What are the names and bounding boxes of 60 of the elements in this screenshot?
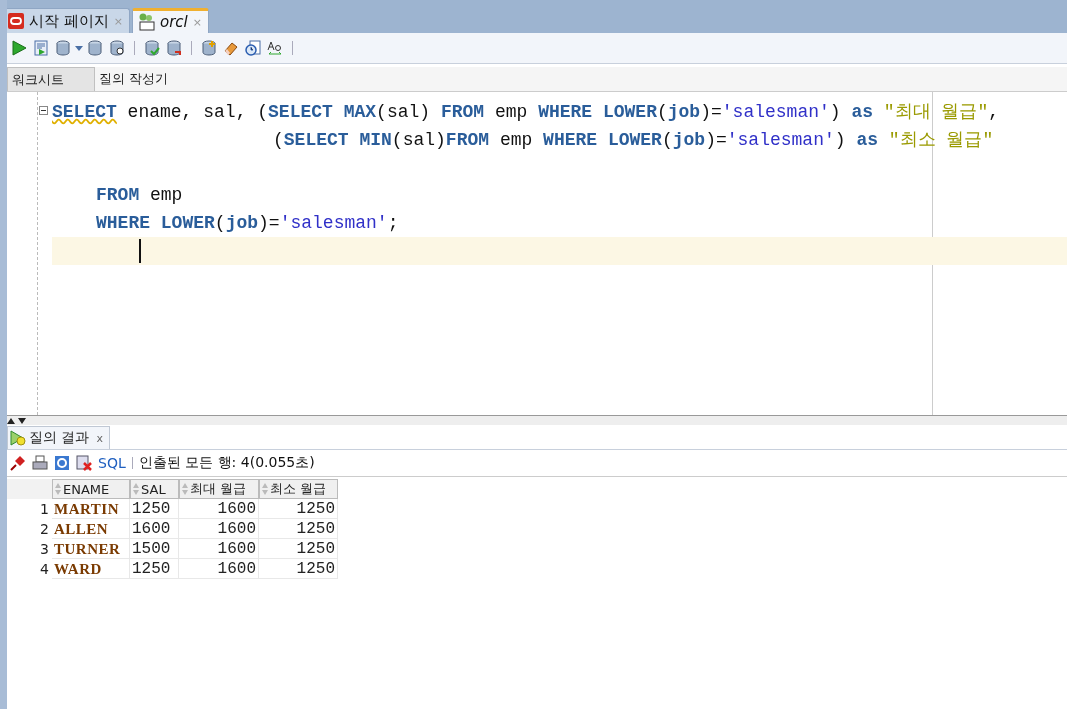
close-tab-button[interactable]: x: [96, 431, 103, 445]
run-icon[interactable]: [11, 40, 27, 56]
sql-database-icon: [137, 13, 155, 31]
sql-link[interactable]: SQL: [98, 455, 126, 471]
document-tab[interactable]: 시작 페이지 ×: [7, 8, 130, 33]
table-cell: 1500: [130, 539, 179, 559]
row-number: 2: [39, 520, 50, 539]
code-line: SELECT ename, sal, (SELECT MAX(sal) FROM emp WHERE LOWER(job)='salesman') as "최대 월급",: [52, 101, 1000, 123]
sql-add-icon[interactable]: [201, 40, 217, 56]
column-header[interactable]: SAL: [130, 479, 179, 499]
table-cell: 1250: [259, 539, 338, 559]
run-result-icon: [10, 430, 26, 446]
text-cursor: [139, 239, 141, 263]
code-line: FROM emp: [96, 185, 183, 205]
table-cell: 1250: [259, 519, 338, 539]
table-cell: 1600: [130, 519, 179, 539]
document-tab[interactable]: orcl ×: [132, 8, 209, 33]
caret-icon[interactable]: [75, 45, 83, 51]
column-header[interactable]: 최소 월급: [259, 479, 338, 499]
database-check-icon[interactable]: [144, 40, 160, 56]
code-line: WHERE LOWER(job)='salesman';: [96, 213, 399, 233]
grid-corner: [7, 479, 52, 499]
table-cell: 1600: [179, 499, 259, 519]
table-cell: TURNER: [52, 539, 130, 559]
oracle-logo-icon: [8, 13, 24, 29]
clear-grid-icon[interactable]: [76, 455, 92, 471]
script-icon[interactable]: [33, 40, 49, 56]
results-tab[interactable]: 질의 결과 x: [7, 426, 110, 449]
table-cell: ALLEN: [52, 519, 130, 539]
editor-tab[interactable]: 질의 작성기: [95, 67, 181, 91]
fold-toggle-icon[interactable]: [39, 106, 48, 115]
table-cell: 1250: [259, 499, 338, 519]
table-cell: 1600: [179, 519, 259, 539]
print-icon[interactable]: [32, 455, 48, 471]
tab-label: 질의 결과: [29, 429, 90, 447]
clock-document-icon[interactable]: [245, 40, 261, 56]
table-cell: 1600: [179, 559, 259, 579]
pin-icon[interactable]: [10, 455, 26, 471]
tab-label: orcl: [160, 13, 188, 31]
table-cell: MARTIN: [52, 499, 130, 519]
column-header[interactable]: ENAME: [52, 479, 130, 499]
table-cell: WARD: [52, 559, 130, 579]
table-cell: 1250: [130, 559, 179, 579]
database-icon[interactable]: [87, 40, 103, 56]
fetch-status: 인출된 모든 행: 4(0.055초): [138, 454, 315, 472]
code-line: (SELECT MIN(sal)FROM emp WHERE LOWER(job)='salesman') as "최소 월급": [273, 129, 994, 151]
eraser-icon[interactable]: [223, 40, 239, 56]
row-number: 4: [39, 560, 50, 579]
database-search-icon[interactable]: [109, 40, 125, 56]
row-number: 3: [39, 540, 50, 559]
table-cell: 1250: [259, 559, 338, 579]
editor-tab[interactable]: 워크시트: [7, 67, 95, 91]
tab-label: 시작 페이지: [29, 11, 109, 31]
table-cell: 1250: [130, 499, 179, 519]
column-header[interactable]: 최대 월급: [179, 479, 259, 499]
database-icon[interactable]: [55, 40, 71, 56]
table-cell: 1600: [179, 539, 259, 559]
font-case-icon[interactable]: [267, 40, 283, 56]
splitter-arrows-icon[interactable]: [7, 417, 27, 424]
row-number: 1: [39, 500, 50, 519]
